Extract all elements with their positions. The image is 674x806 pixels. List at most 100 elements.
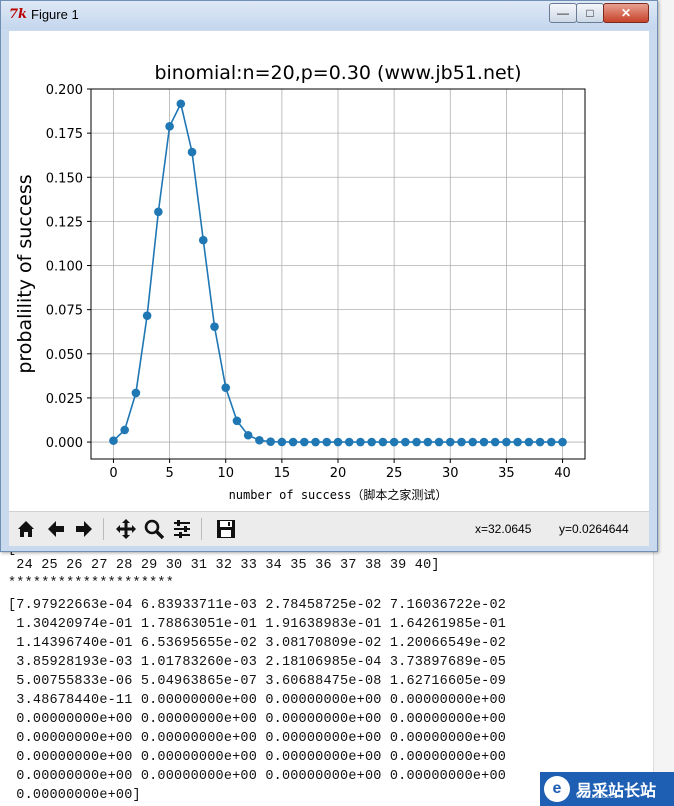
data-point — [311, 437, 320, 447]
home-icon — [18, 521, 34, 537]
save-button[interactable] — [213, 516, 239, 542]
data-point — [535, 437, 545, 447]
x-tick-label: 10 — [217, 466, 234, 481]
console-line: 3.48678440e-11 0.00000000e+00 0.00000000… — [8, 693, 507, 708]
y-tick-label: 0.175 — [46, 127, 83, 142]
data-point — [457, 437, 466, 447]
x-axis-label: number of success（脚本之家测试） — [229, 487, 448, 502]
y-tick-label: 0.100 — [46, 260, 83, 275]
data-point — [300, 437, 309, 447]
console-line: 0.00000000e+00 0.00000000e+00 0.00000000… — [8, 769, 507, 784]
y-tick-label: 0.125 — [46, 215, 83, 230]
save-icon — [217, 520, 235, 538]
y-axis-label: probalility of success — [14, 174, 36, 373]
data-point — [333, 437, 343, 447]
data-point — [221, 383, 231, 392]
chart: 0 5 10 15 20 25 30 35 40 0.000 0.025 0.050 0.075 0.10… — [14, 62, 586, 502]
console-line: 24 25 26 27 28 29 30 31 32 33 34 35 36 3… — [8, 558, 440, 573]
minimize-button[interactable]: — — [549, 3, 577, 23]
data-point — [547, 437, 556, 447]
data-point — [445, 437, 455, 447]
data-point — [513, 437, 522, 447]
maximize-button[interactable]: □ — [576, 3, 604, 23]
site-logo: e — [544, 776, 570, 802]
console-line: [7.97922663e-04 6.83933711e-03 2.7845872… — [8, 598, 507, 613]
data-point — [288, 437, 298, 447]
home-button[interactable] — [13, 516, 39, 542]
console-line: ******************** — [8, 576, 175, 591]
x-tick-label: 30 — [442, 466, 459, 481]
data-point — [154, 207, 163, 217]
data-point — [367, 437, 376, 447]
toolbar-separator — [103, 518, 104, 540]
data-point — [434, 437, 444, 447]
zoom-icon — [144, 519, 165, 540]
data-point — [558, 437, 567, 447]
back-button[interactable] — [43, 516, 69, 542]
data-point — [378, 437, 388, 447]
data-point — [243, 430, 253, 440]
data-point — [502, 437, 511, 447]
pan-icon — [116, 519, 136, 539]
configure-subplots-icon — [174, 520, 190, 538]
x-tick-label: 35 — [498, 466, 515, 481]
x-tick-label: 0 — [109, 466, 117, 481]
y-tick-label: 0.050 — [46, 348, 83, 363]
x-tick-label: 40 — [554, 466, 571, 481]
data-point — [356, 437, 365, 447]
navigation-toolbar: x=32.0645 y=0.0264644 — [9, 511, 649, 546]
data-point — [479, 437, 489, 447]
data-point — [142, 311, 152, 320]
watermark-badge: e 易采站长站 Www.Easck.Com — [540, 772, 674, 806]
window-title: Figure 1 — [31, 7, 79, 22]
minimize-icon: — — [557, 6, 569, 20]
close-button[interactable]: ✕ — [603, 3, 649, 23]
x-tick-label: 15 — [274, 466, 291, 481]
maximize-icon: □ — [586, 6, 594, 20]
console-line: 5.00755833e-06 5.04963865e-07 3.60688475… — [8, 674, 507, 689]
tk-feather-icon: 7k — [9, 7, 28, 22]
data-point — [232, 416, 242, 426]
y-tick-label: 0.075 — [46, 304, 83, 319]
console-line: 0.00000000e+00] — [8, 788, 141, 803]
console-line: 0.00000000e+00 0.00000000e+00 0.00000000… — [8, 731, 507, 746]
data-point — [255, 435, 264, 445]
forward-button[interactable] — [71, 516, 97, 542]
watermark-subtext: Www.Easck.Com — [576, 794, 623, 800]
figure-canvas[interactable]: 0 5 10 15 20 25 30 35 40 0.000 0.025 0.050 0.075 0.10… — [9, 31, 649, 511]
console-line: 3.85928193e-03 1.01783260e-03 2.18106985… — [8, 655, 507, 670]
x-tick-label: 20 — [330, 466, 347, 481]
data-point — [401, 437, 410, 447]
console-line: 0.00000000e+00 0.00000000e+00 0.00000000… — [8, 750, 507, 765]
data-point — [109, 436, 118, 445]
y-tick-label: 0.000 — [46, 436, 83, 451]
close-icon: ✕ — [620, 6, 632, 20]
data-point — [198, 235, 208, 245]
x-tick-label: 25 — [386, 466, 403, 481]
back-arrow-icon — [48, 521, 64, 537]
data-point — [176, 99, 186, 109]
data-point — [412, 437, 421, 447]
data-point — [344, 437, 354, 447]
figure-window: 7k Figure 1 — □ ✕ 0 5 10 15 20 25 30 35 40 0.000 0… — [0, 0, 658, 552]
data-point — [187, 147, 197, 157]
y-tick-label: 0.150 — [46, 171, 83, 186]
console-line: 1.14396740e-01 6.53695655e-02 3.08170809… — [8, 636, 507, 651]
data-point — [165, 122, 174, 131]
configure-subplots-button[interactable] — [169, 516, 195, 542]
data-point — [120, 425, 129, 435]
data-point — [423, 437, 433, 447]
zoom-button[interactable] — [141, 516, 167, 542]
data-point — [524, 437, 534, 447]
toolbar-separator — [201, 518, 202, 540]
y-tick-label: 0.025 — [46, 392, 83, 407]
title-bar[interactable]: 7k Figure 1 — □ ✕ — [1, 1, 657, 29]
data-point — [210, 322, 219, 331]
console-line: 0.00000000e+00 0.00000000e+00 0.00000000… — [8, 712, 507, 727]
chart-title: binomial:n=20,p=0.30 (www.jb51.net) — [154, 62, 521, 84]
data-point — [277, 437, 287, 447]
data-point — [131, 388, 141, 398]
x-coordinate-readout: x=32.0645 — [475, 522, 532, 536]
pan-button[interactable] — [113, 516, 139, 542]
console-line: 1.30420974e-01 1.78863051e-01 1.91638983… — [8, 617, 507, 632]
